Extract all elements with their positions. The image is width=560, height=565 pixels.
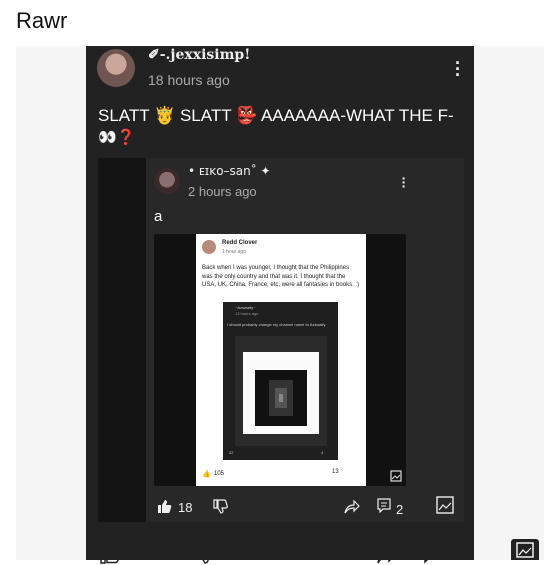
shot-inner-white (243, 352, 319, 434)
shot-inner-image (255, 370, 307, 426)
comment-thread: ✐-.jexxisimp! 18 hours ago · · · SLATT 🤴 S… (16, 46, 544, 564)
reply-icon[interactable] (420, 542, 442, 564)
repost-username[interactable]: • ᴇɪᴋᴏ–san˚ ✦ (188, 164, 271, 178)
shot-like-icon: 👍 (202, 471, 211, 478)
repost-card: • ᴇɪᴋᴏ–san˚ ✦ 2 hours ago · · · a Redd Clo… (146, 158, 464, 522)
dislike-icon[interactable] (192, 543, 214, 565)
screenshot-image: Redd Clover 1 hour ago Back when I was y… (196, 234, 366, 486)
repost-text: a (154, 208, 163, 225)
post-card: ✐-.jexxisimp! 18 hours ago · · · SLATT 🤴 S… (86, 46, 474, 560)
tunnel-graphic (269, 380, 293, 416)
shot-username: Redd Clover (222, 240, 258, 246)
shot-text: Back when I was younger, I thought that … (202, 265, 360, 288)
post-text: SLATT 🤴 SLATT 👺 AAAAAAA-WHAT THE F- (98, 106, 454, 125)
repost-like-count: 18 (178, 500, 193, 515)
reply-icon[interactable] (376, 497, 392, 513)
avatar (202, 240, 216, 254)
shot-nested-post: ~Azswaify~ 13 hours ago I should probabl… (223, 302, 338, 460)
avatar[interactable] (154, 168, 180, 194)
shot-time: 1 hour ago (222, 249, 246, 255)
more-menu-icon[interactable]: · · · (400, 171, 408, 193)
image-icon[interactable] (390, 470, 402, 482)
dislike-icon[interactable] (212, 498, 228, 514)
image-icon[interactable] (510, 538, 540, 560)
shot-likes: 105 (214, 471, 225, 477)
image-icon[interactable] (436, 496, 454, 514)
shot-inner-likes: 22 (229, 450, 234, 455)
page-title: Rawr (16, 8, 68, 33)
attached-image[interactable]: Redd Clover 1 hour ago Back when I was y… (154, 234, 406, 486)
shot-inner-text: I should probably change my channel name… (227, 322, 326, 327)
repost-reply-count: 2 (396, 502, 404, 517)
share-icon[interactable] (344, 498, 360, 514)
shot-replies: 13 (332, 469, 339, 475)
post-username[interactable]: ✐-.jexxisimp! (148, 47, 250, 63)
like-icon[interactable] (98, 543, 120, 565)
post-time: 18 hours ago (148, 72, 230, 88)
shot-inner-nested (235, 336, 327, 446)
post-text-2: 👀❓ (98, 129, 136, 146)
repost-time: 2 hours ago (188, 184, 257, 199)
shot-inner-time: 13 hours ago (235, 311, 259, 316)
shot-inner-replies: 4 (321, 450, 324, 455)
left-sidebar (98, 158, 146, 522)
like-icon[interactable] (156, 498, 172, 514)
share-icon[interactable] (376, 543, 398, 565)
shot-inner-user: ~Azswaify~ (235, 305, 256, 310)
more-menu-icon[interactable]: · · · (454, 54, 462, 84)
avatar[interactable] (97, 49, 135, 87)
